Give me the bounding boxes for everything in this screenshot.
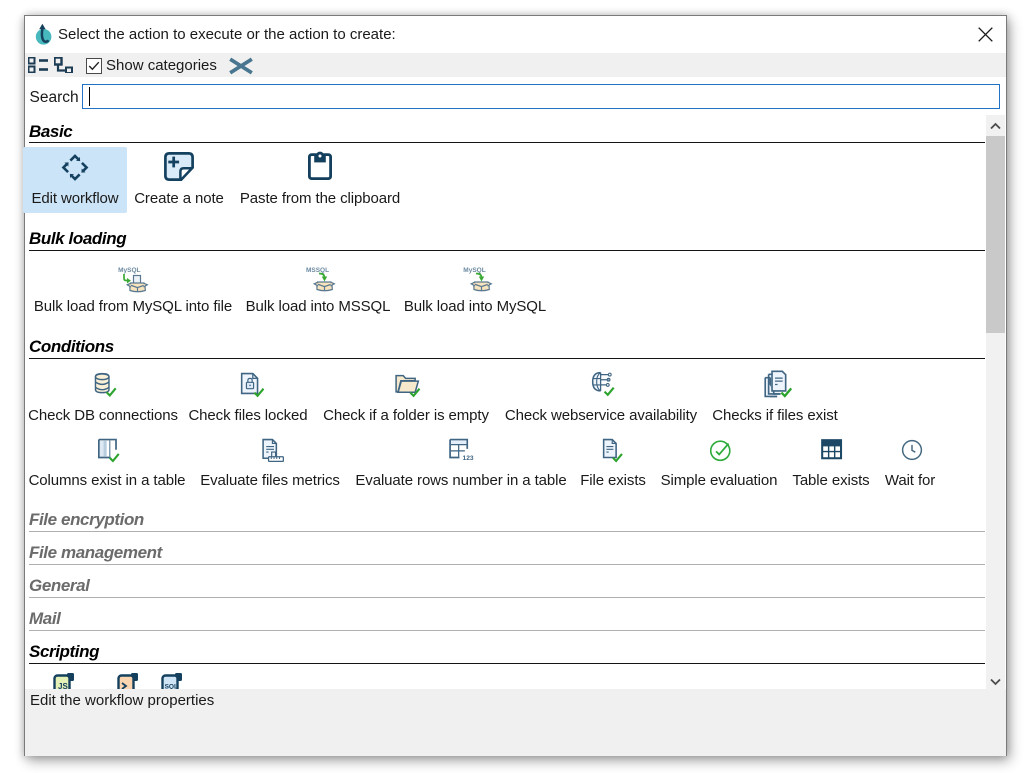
svg-text:MySQL: MySQL xyxy=(118,267,140,274)
svg-text:JS: JS xyxy=(58,682,68,689)
svg-text:MySQL: MySQL xyxy=(463,267,485,274)
svg-text:MSSQL: MSSQL xyxy=(306,267,329,274)
svg-text:123: 123 xyxy=(463,455,474,462)
svg-text:SQL: SQL xyxy=(165,684,178,690)
